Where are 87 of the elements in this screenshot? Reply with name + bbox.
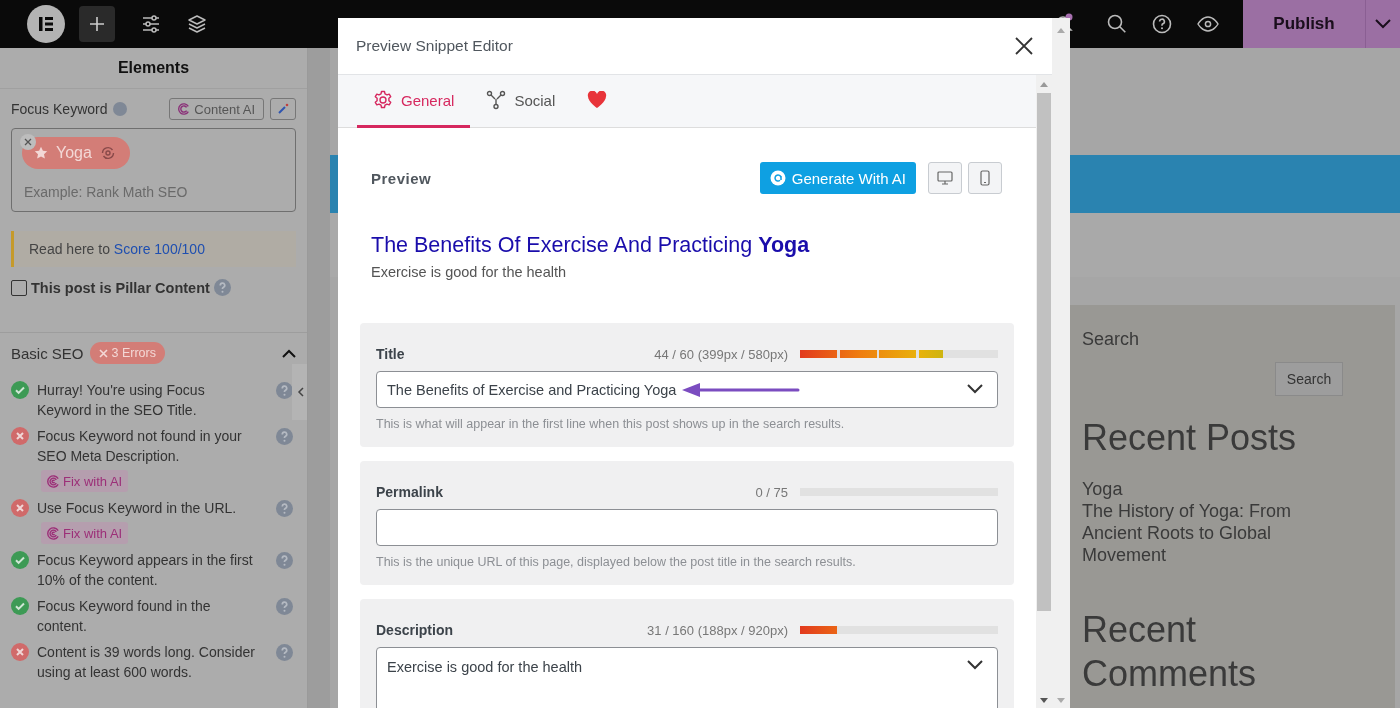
check-text: Content is 39 words long. Consider using at least 600 words. [37,644,255,680]
error-icon [11,427,29,445]
layers-icon[interactable] [187,14,207,34]
post-link[interactable]: Yoga [1082,478,1312,500]
scrollbar[interactable] [1036,75,1052,708]
info-icon [113,102,128,116]
search-button[interactable]: Search [1275,362,1343,396]
desktop-preview-button[interactable] [928,162,962,194]
phone-icon[interactable] [980,170,990,186]
plus-icon[interactable] [88,15,106,33]
fix-with-ai-button[interactable]: Fix with AI [41,522,129,544]
chevron-down-icon[interactable] [967,660,983,670]
settings-icon[interactable] [141,14,161,34]
search-label: Search [1082,329,1141,350]
ai-spiral-icon[interactable] [47,526,60,540]
check-text: Focus Keyword not found in your SEO Meta Description. [37,428,242,464]
generate-with-ai-button[interactable]: Generate With AI [759,162,916,194]
content-ai-button[interactable]: Content AI [169,98,264,120]
error-icon [11,643,29,661]
field-label: Title [376,346,406,362]
character-counter: 0 / 75 [755,484,788,500]
dialog-title: Preview Snippet Editor [356,37,514,55]
scroll-up-icon[interactable] [1040,81,1048,87]
check-text: Focus Keyword found in the content. [37,598,211,634]
check-icon [11,381,29,399]
widget-heading: Recent Posts [1082,416,1298,460]
check-text: Use Focus Keyword in the URL. [37,500,237,516]
add-button[interactable] [79,6,115,42]
help-icon[interactable] [1152,14,1172,34]
chevron-up-icon[interactable] [282,348,296,358]
ai-spiral-icon[interactable] [47,474,60,488]
character-counter: 44 / 60 (399px / 580px) [654,346,788,362]
close-icon[interactable] [1014,36,1034,56]
search-icon[interactable] [1107,14,1127,34]
preview-eye-icon[interactable] [1197,14,1219,34]
scroll-up-icon[interactable] [1057,27,1065,33]
target-refresh-icon[interactable] [99,145,116,161]
mobile-preview-button[interactable] [968,162,1002,194]
keyword-placeholder: Example: Rank Math SEO [23,184,189,200]
snippet-description: Exercise is good for the health [371,264,568,280]
share-nodes-icon [486,90,507,110]
widget-heading: Recent Comments [1082,608,1258,696]
chevron-left-icon[interactable] [296,387,304,397]
dropdown-button[interactable] [1365,0,1400,48]
scroll-down-icon[interactable] [1040,698,1048,704]
logo-icon[interactable] [36,14,56,34]
field-hint: This is the unique URL of this page, displayed below the post title in the search results. [376,555,857,569]
notice-banner: Read here to Score 100/100 [11,231,296,267]
field-label: Permalink [376,484,444,500]
collapse-panel-button[interactable] [292,364,307,420]
star-icon [34,146,48,160]
score-link[interactable]: Score 100/100 [113,241,205,257]
scrollbar[interactable] [1052,18,1070,708]
check-icon [11,597,29,615]
post-link[interactable]: The History of Yoga: From Ancient Roots to Global Movement [1082,500,1312,566]
remove-icon[interactable] [20,134,36,150]
ai-spiral-icon[interactable] [178,103,191,115]
title-dropdown[interactable]: The Benefits of Exercise and Practicing Yoga [376,371,998,408]
chevron-down-icon[interactable] [967,384,983,394]
error-icon [11,499,29,517]
tab[interactable]: Social [470,75,572,128]
description-field[interactable]: Exercise is good for the health [376,647,998,708]
heart-icon [587,91,608,109]
checkbox-label[interactable]: This post is Pillar Content [31,279,210,296]
field-label: Focus Keyword [11,101,108,117]
fix-with-ai-button[interactable]: Fix with AI [41,470,129,492]
check-text: Hurray! You're using Focus Keyword in the SEO Title. [37,382,205,418]
section-label: Preview [371,169,433,187]
keyword-field[interactable]: Yoga Example: Rank Math SEO [11,128,296,212]
field-label: Description [376,622,454,638]
panel-title: Elements [0,48,307,89]
permalink-field[interactable] [376,509,998,546]
character-counter: 31 / 160 (188px / 920px) [647,622,788,638]
magic-wand-icon[interactable] [277,103,289,115]
settings-icon [373,90,393,110]
publish-button[interactable]: Publish [1243,0,1365,48]
field-hint: This is what will appear in the first line when this post shows up in the search results. [376,417,846,431]
check-text: Focus Keyword appears in the first 10% of the content. [37,552,253,588]
monitor-icon[interactable] [937,171,953,185]
check-icon [11,551,29,569]
errors-badge: 3 Errors [89,342,165,364]
snippet-title[interactable]: The Benefits Of Exercise And Practicing Yoga [371,233,1014,258]
ai-icon[interactable] [769,170,786,186]
logo-button[interactable] [27,5,65,43]
checkbox[interactable] [11,279,27,296]
section-title[interactable]: Basic SEO [11,344,84,362]
wand-button[interactable] [270,98,296,120]
